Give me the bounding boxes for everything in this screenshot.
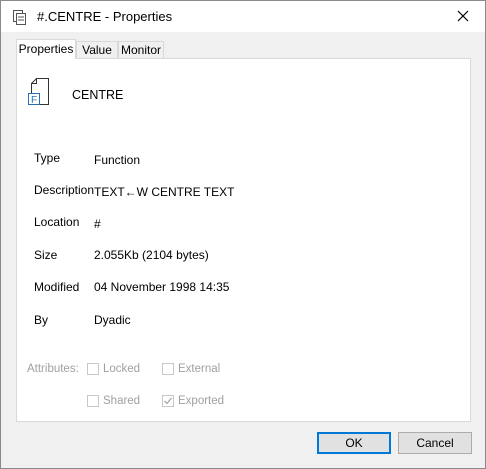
cancel-button[interactable]: Cancel [398,432,472,454]
location-label: Location [34,215,80,229]
svg-text:F: F [31,95,37,106]
exported-checkbox[interactable] [162,395,174,407]
ok-button[interactable]: OK [317,432,391,454]
properties-dialog: #.CENTRE - Properties Properties Value M… [0,0,486,469]
function-file-icon: F [28,78,54,108]
modified-label: Modified [34,280,80,294]
exported-label: Exported [178,395,225,407]
attributes-label: Attributes: [27,363,79,375]
external-checkbox[interactable] [162,363,174,375]
tab-properties[interactable]: Properties [16,39,76,59]
locked-label: Locked [103,363,141,375]
tab-monitor[interactable]: Monitor [118,41,164,59]
external-label: External [178,363,221,375]
by-value: Dyadic [94,313,131,327]
properties-panel [16,58,471,422]
modified-value: 04 November 1998 14:35 [94,280,230,294]
app-icon [11,9,27,25]
shared-label: Shared [103,395,141,407]
object-name: CENTRE [72,88,124,102]
type-value: Function [94,153,141,167]
title-bar[interactable]: #.CENTRE - Properties [1,1,485,32]
description-label: Description [34,183,95,197]
window-title: #.CENTRE - Properties [37,9,173,24]
shared-checkbox[interactable] [87,395,99,407]
location-value: # [94,217,101,231]
size-value: 2.055Kb (2104 bytes) [94,248,209,262]
close-icon [457,10,469,22]
description-value: TEXT←W CENTRE TEXT [94,185,235,199]
size-label: Size [34,248,58,262]
by-label: By [34,313,49,327]
type-label: Type [34,151,61,165]
locked-checkbox[interactable] [87,363,99,375]
close-button[interactable] [441,1,485,32]
check-mark-icon [164,397,172,405]
tab-value[interactable]: Value [76,41,118,59]
